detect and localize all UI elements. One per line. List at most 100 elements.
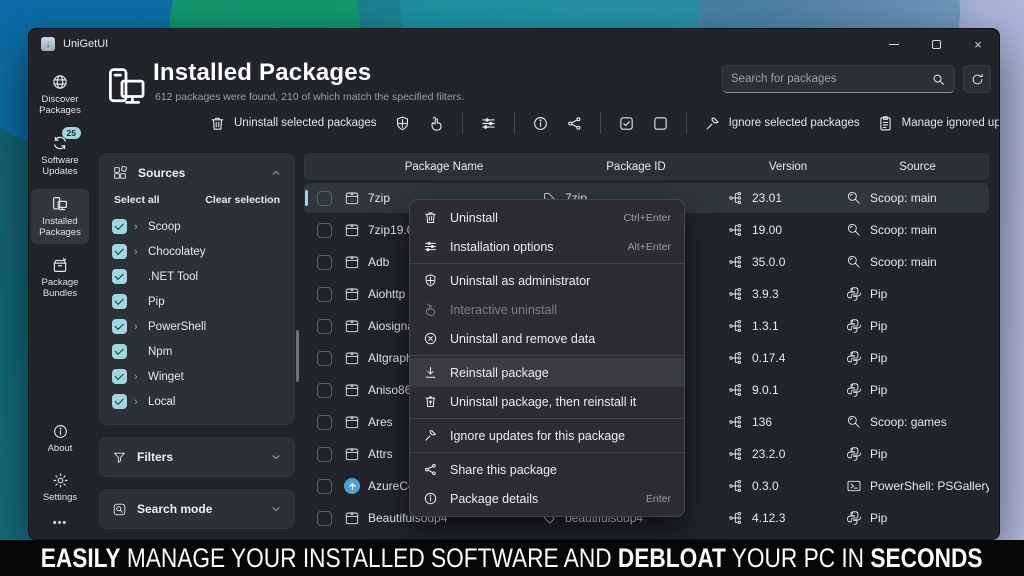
col-source[interactable]: Source xyxy=(847,161,988,173)
sidebar-item-bundles[interactable]: Package Bundles xyxy=(31,250,89,305)
row-checkbox[interactable] xyxy=(317,447,332,462)
checkbox-checked[interactable] xyxy=(112,244,127,259)
source-item-npm[interactable]: Npm xyxy=(108,339,286,364)
chevron-up-icon[interactable] xyxy=(270,167,282,179)
uninstall-selected-button[interactable]: Uninstall selected packages xyxy=(209,115,377,132)
filters-panel-header[interactable]: Filters xyxy=(100,438,294,476)
expander-icon[interactable]: › xyxy=(134,321,141,333)
expander-icon[interactable]: › xyxy=(134,246,141,258)
source-item-dotnet[interactable]: .NET Tool xyxy=(108,264,286,289)
menu-item-uninstall-remove-data[interactable]: Uninstall and remove data xyxy=(410,324,684,353)
page-subtitle: 612 packages were found, 210 of which ma… xyxy=(155,91,464,103)
checkbox-checked[interactable] xyxy=(112,394,127,409)
row-checkbox[interactable] xyxy=(317,255,332,270)
row-checkbox[interactable] xyxy=(317,383,332,398)
menu-item-installation-options[interactable]: Installation optionsAlt+Enter xyxy=(410,232,684,261)
titlebar[interactable]: ↓ UniGetUI × xyxy=(29,29,999,59)
sidebar-item-about[interactable]: About xyxy=(31,417,89,460)
python-icon xyxy=(846,318,862,334)
row-checkbox[interactable] xyxy=(317,479,332,494)
search-box[interactable] xyxy=(722,65,955,93)
menu-item-package-details[interactable]: Package detailsEnter xyxy=(410,484,684,513)
left-panel-column: Sources Select all Clear selection ›Scoo… xyxy=(99,153,295,531)
menu-item-uninstall-then-reinstall[interactable]: Uninstall package, then reinstall it xyxy=(410,387,684,416)
version-icon xyxy=(728,478,744,494)
sidebar-item-settings[interactable]: Settings xyxy=(31,466,89,509)
python-icon xyxy=(846,446,862,462)
table-header[interactable]: Package Name Package ID Version Source xyxy=(304,153,989,180)
chevron-down-icon[interactable] xyxy=(270,503,282,515)
package-icon xyxy=(344,350,360,366)
checkbox-checked[interactable] xyxy=(112,344,127,359)
menu-item-interactive-uninstall[interactable]: Interactive uninstall xyxy=(410,295,684,324)
clear-selection-link[interactable]: Clear selection xyxy=(205,194,280,206)
search-mode-panel-header[interactable]: Search mode xyxy=(100,490,294,528)
checkbox-checked[interactable] xyxy=(112,294,127,309)
minimize-button[interactable] xyxy=(873,29,915,59)
menu-item-uninstall[interactable]: UninstallCtrl+Enter xyxy=(410,203,684,232)
source-item-powershell[interactable]: ›PowerShell xyxy=(108,314,286,339)
row-checkbox[interactable] xyxy=(317,415,332,430)
checkbox-checked[interactable] xyxy=(112,369,127,384)
share-icon[interactable] xyxy=(566,115,583,132)
sidebar-item-updates[interactable]: 25 Software Updates xyxy=(31,128,89,183)
interactive-touch-icon[interactable] xyxy=(428,115,445,132)
close-button[interactable]: × xyxy=(957,29,999,59)
scrollbar-thumb[interactable] xyxy=(296,330,299,382)
menu-item-reinstall[interactable]: Reinstall package xyxy=(410,358,684,387)
row-checkbox[interactable] xyxy=(317,511,332,526)
maximize-button[interactable] xyxy=(915,29,957,59)
context-menu: UninstallCtrl+Enter Installation options… xyxy=(409,199,685,517)
checkbox-checked[interactable] xyxy=(112,319,127,334)
row-checkbox[interactable] xyxy=(317,191,332,206)
expander-icon[interactable]: › xyxy=(134,221,141,233)
menu-item-share[interactable]: Share this package xyxy=(410,455,684,484)
source-item-local[interactable]: ›Local xyxy=(108,389,286,414)
options-sliders-icon[interactable] xyxy=(480,115,497,132)
menu-item-uninstall-admin[interactable]: Uninstall as administrator xyxy=(410,266,684,295)
select-all-icon[interactable] xyxy=(618,115,635,132)
source-item-scoop[interactable]: ›Scoop xyxy=(108,214,286,239)
scoop-icon xyxy=(846,190,862,206)
expander-icon[interactable]: › xyxy=(134,396,141,408)
manage-ignored-button[interactable]: Manage ignored updates xyxy=(877,115,1000,132)
sidebar-item-installed[interactable]: Installed Packages xyxy=(31,189,89,244)
source-item-pip[interactable]: Pip xyxy=(108,289,286,314)
package-icon xyxy=(344,414,360,430)
col-package-id[interactable]: Package ID xyxy=(543,161,729,173)
clear-selection-icon[interactable] xyxy=(652,115,669,132)
sources-grid-icon xyxy=(112,165,128,181)
row-checkbox[interactable] xyxy=(317,319,332,334)
select-all-link[interactable]: Select all xyxy=(114,194,160,206)
source-item-winget[interactable]: ›Winget xyxy=(108,364,286,389)
menu-separator xyxy=(410,355,684,356)
row-checkbox[interactable] xyxy=(317,223,332,238)
refresh-button[interactable] xyxy=(963,65,991,93)
checkbox-checked[interactable] xyxy=(112,269,127,284)
sidebar-more-button[interactable]: ••• xyxy=(53,517,68,529)
menu-item-ignore-updates[interactable]: Ignore updates for this package xyxy=(410,421,684,450)
col-version[interactable]: Version xyxy=(729,161,847,173)
admin-shield-icon[interactable] xyxy=(394,115,411,132)
chevron-down-icon[interactable] xyxy=(270,451,282,463)
col-package-name[interactable]: Package Name xyxy=(345,161,543,173)
source-item-chocolatey[interactable]: ›Chocolatey xyxy=(108,239,286,264)
sidebar-item-discover[interactable]: Discover Packages xyxy=(31,67,89,122)
ignore-selected-button[interactable]: Ignore selected packages xyxy=(704,115,860,132)
options-sliders-icon xyxy=(423,239,438,254)
pin-icon xyxy=(423,428,438,443)
version-icon xyxy=(728,382,744,398)
search-icon[interactable] xyxy=(931,72,946,87)
version-icon xyxy=(728,254,744,270)
sources-panel-header[interactable]: Sources xyxy=(100,154,294,192)
package-icon xyxy=(344,382,360,398)
row-checkbox[interactable] xyxy=(317,287,332,302)
search-input[interactable] xyxy=(731,73,931,85)
expander-icon[interactable]: › xyxy=(134,371,141,383)
share-icon xyxy=(423,462,438,477)
version-icon xyxy=(728,286,744,302)
details-info-icon[interactable] xyxy=(532,115,549,132)
row-checkbox[interactable] xyxy=(317,351,332,366)
checkbox-checked[interactable] xyxy=(112,219,127,234)
menu-separator xyxy=(410,418,684,419)
